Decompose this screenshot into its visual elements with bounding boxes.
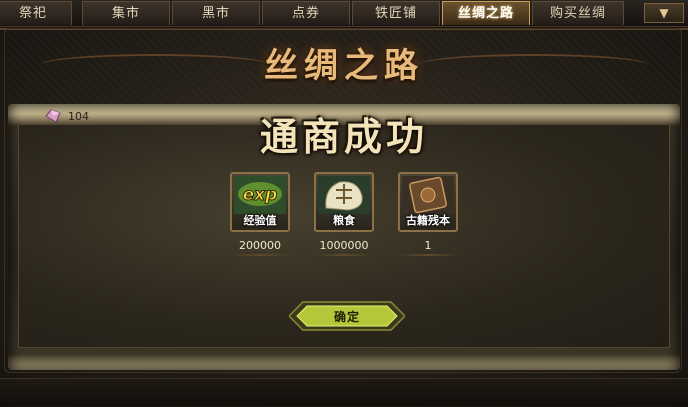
reward-label: 经验值 <box>243 214 277 227</box>
tab-market[interactable]: 集市 <box>82 1 170 25</box>
tab-scroll-button[interactable]: ▼ <box>644 3 684 23</box>
ornament-left <box>40 54 270 76</box>
reward-value: 200000 <box>239 239 281 252</box>
confirm-button[interactable]: 确定 <box>289 300 405 332</box>
tab-silk-road[interactable]: 丝绸之路 <box>442 1 530 25</box>
tab-black-market[interactable]: 黑市 <box>172 1 260 25</box>
svg-text:exp: exp <box>243 185 278 205</box>
reward-label: 粮食 <box>333 214 355 227</box>
tab-ancestral-rite[interactable]: 祭祀 <box>0 1 72 25</box>
reward-item: 古籍残本 1 <box>398 172 460 256</box>
reward-value: 1 <box>424 239 432 252</box>
reward-item: 粮食 1000000 <box>314 172 376 256</box>
ancient-book-icon[interactable]: 古籍残本 <box>398 172 458 232</box>
tab-coupons[interactable]: 点券 <box>262 1 350 25</box>
tab-bar: 祭祀 集市 黑市 点券 铁匠铺 丝绸之路 购买丝绸 ▼ <box>0 0 688 27</box>
reward-value: 1000000 <box>319 239 369 252</box>
grain-icon[interactable]: 粮食 <box>314 172 374 232</box>
divider <box>314 254 374 256</box>
exp-icon[interactable]: exp 经验值 <box>230 172 290 232</box>
success-text: 通商成功 <box>259 113 428 159</box>
reward-item: exp 经验值 200000 <box>230 172 292 256</box>
tab-buy-silk[interactable]: 购买丝绸 <box>532 1 624 25</box>
panel-title: 丝绸之路 <box>264 45 424 86</box>
bottom-bar <box>0 378 688 406</box>
title-banner: 丝绸之路 <box>0 34 688 90</box>
tab-blacksmith[interactable]: 铁匠铺 <box>352 1 440 25</box>
chevron-down-icon: ▼ <box>659 6 669 20</box>
divider <box>398 254 458 256</box>
success-banner: 通商成功 <box>0 106 688 160</box>
confirm-label: 确定 <box>333 309 360 324</box>
reward-label: 古籍残本 <box>406 214 450 227</box>
reward-list: exp 经验值 200000 粮食 1000000 古籍残本 1 <box>230 172 460 262</box>
ornament-right <box>418 54 648 76</box>
divider <box>230 254 290 256</box>
